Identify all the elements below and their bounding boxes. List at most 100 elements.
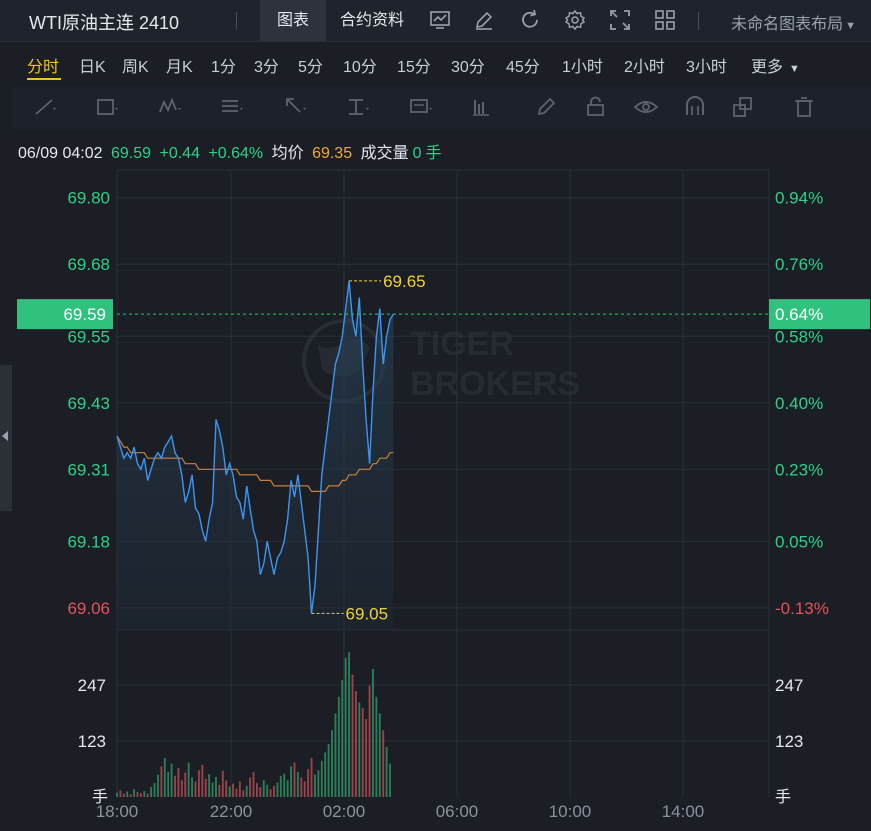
gear-icon[interactable] xyxy=(563,8,587,32)
quote-change-pct: +0.64% xyxy=(208,145,264,162)
layout-selector[interactable]: 未命名图表布局 ▼ xyxy=(731,10,856,34)
top-bar: WTI原油主连 2410 图表 合约资料 未命名图表布局 ▼ xyxy=(0,0,871,42)
period-tab[interactable]: 5分 xyxy=(298,53,323,77)
volume-bar xyxy=(385,746,388,797)
y-tick-label-pct: 0.05% xyxy=(775,532,823,551)
lock-icon[interactable] xyxy=(583,94,609,120)
period-tab[interactable]: 10分 xyxy=(343,53,377,77)
volume-bar xyxy=(194,781,197,797)
rect-tool-icon[interactable] xyxy=(94,94,120,120)
layout-name: 未命名图表布局 xyxy=(731,16,844,33)
volume-bar xyxy=(143,790,146,797)
period-tab[interactable]: 日K xyxy=(79,53,106,77)
grid-layout-icon[interactable] xyxy=(653,8,677,32)
avg-label: 均价 xyxy=(271,145,304,162)
chart-settings-icon[interactable] xyxy=(428,8,452,32)
more-periods[interactable]: 更多 ▼ xyxy=(751,53,800,77)
period-tab[interactable]: 1小时 xyxy=(562,53,603,77)
fib-tool-icon[interactable] xyxy=(219,94,245,120)
line-tool-icon[interactable] xyxy=(32,94,58,120)
annotation-tool-icon[interactable] xyxy=(408,94,434,120)
period-tab[interactable]: 2小时 xyxy=(624,53,665,77)
current-price-label: 69.59 xyxy=(63,305,106,324)
volume-bar xyxy=(150,786,153,797)
volume-bar xyxy=(228,786,231,797)
volume-bar xyxy=(354,691,357,797)
volume-bar xyxy=(136,791,139,797)
period-tab[interactable]: 周K xyxy=(122,53,149,77)
y-tick-label-pct: 0.94% xyxy=(775,189,823,208)
volume-bar xyxy=(296,771,299,797)
period-tab[interactable]: 月K xyxy=(166,53,193,77)
volume-value: 0 xyxy=(412,145,422,162)
divider xyxy=(236,12,237,30)
trash-icon[interactable] xyxy=(791,94,817,120)
refresh-icon[interactable] xyxy=(518,8,542,32)
instrument-title[interactable]: WTI原油主连 2410 xyxy=(29,9,179,35)
period-tab[interactable]: 分时 xyxy=(27,53,59,77)
period-tab[interactable]: 30分 xyxy=(451,53,485,77)
volume-bar xyxy=(266,784,269,797)
y-tick-label-pct: 0.76% xyxy=(775,255,823,274)
period-tab[interactable]: 1分 xyxy=(211,53,236,77)
volume-bar xyxy=(211,782,214,797)
volume-bar xyxy=(368,685,371,797)
current-pct-label: 0.64% xyxy=(775,305,823,324)
volume-bar xyxy=(310,758,313,797)
period-tab[interactable]: 45分 xyxy=(506,53,540,77)
volume-bar xyxy=(389,763,391,797)
period-tab[interactable]: 3小时 xyxy=(686,53,727,77)
period-tab[interactable]: 3分 xyxy=(254,53,279,77)
copy-icon[interactable] xyxy=(730,94,756,120)
volume-bar xyxy=(276,782,279,797)
measure-tool-icon[interactable] xyxy=(470,94,496,120)
volume-bar xyxy=(187,762,190,797)
wave-tool-icon[interactable] xyxy=(157,94,183,120)
edit-icon[interactable] xyxy=(472,8,496,32)
period-tab[interactable]: 15分 xyxy=(397,53,431,77)
volume-bar xyxy=(191,777,194,797)
magnet-icon[interactable] xyxy=(682,94,708,120)
volume-bar xyxy=(259,786,262,797)
volume-bar xyxy=(133,789,136,797)
high-low-marks: 69.65 69.05 xyxy=(311,272,426,623)
volume-bar xyxy=(122,793,125,797)
volume-bar xyxy=(358,702,361,797)
volume-bar xyxy=(255,783,258,797)
volume-bar xyxy=(273,785,275,797)
volume-tick-label: 123 xyxy=(775,732,803,751)
volume-bar xyxy=(201,764,204,797)
y-tick-label-pct: 0.23% xyxy=(775,460,823,479)
volume-bar xyxy=(293,762,296,797)
volume-bar xyxy=(146,793,149,797)
tab-contract-info[interactable]: 合约资料 xyxy=(340,0,404,41)
volume-bar xyxy=(344,657,347,797)
volume-bar xyxy=(160,766,163,797)
y-tick-label: 69.43 xyxy=(67,394,110,413)
tab-chart[interactable]: 图表 xyxy=(260,0,326,41)
period-bar: 分时 日K 周K 月K 1分 3分 5分 10分 15分 30分 45分 1小时… xyxy=(0,41,871,85)
arrow-tool-icon[interactable] xyxy=(282,94,308,120)
volume-bar xyxy=(116,792,118,797)
chart-grid xyxy=(116,169,770,797)
volume-bar xyxy=(361,707,364,797)
eye-icon[interactable] xyxy=(633,94,659,120)
volume-bar xyxy=(320,760,323,797)
marker-label: 69.05 xyxy=(346,604,389,623)
sidebar-toggle[interactable] xyxy=(0,365,12,511)
volume-bar xyxy=(218,784,221,797)
volume-label: 成交量 xyxy=(360,145,409,162)
volume-bar xyxy=(372,668,374,797)
quote-info: 06/09 04:02 69.59 +0.44 +0.64% 均价 69.35 … xyxy=(18,139,446,163)
volume-bar xyxy=(204,778,207,797)
volume-bar xyxy=(245,785,248,797)
y-axis-left: 69.80 69.68 69.55 69.43 69.31 69.18 69.06 xyxy=(67,189,110,618)
volume-bar xyxy=(351,674,354,797)
y-tick-label-pct: 0.40% xyxy=(775,394,823,413)
fullscreen-icon[interactable] xyxy=(608,8,632,32)
x-tick-label: 14:00 xyxy=(662,802,705,821)
text-tool-icon[interactable] xyxy=(345,94,371,120)
pen-icon[interactable] xyxy=(534,94,560,120)
quote-change: +0.44 xyxy=(159,145,200,162)
volume-bar xyxy=(341,680,344,797)
